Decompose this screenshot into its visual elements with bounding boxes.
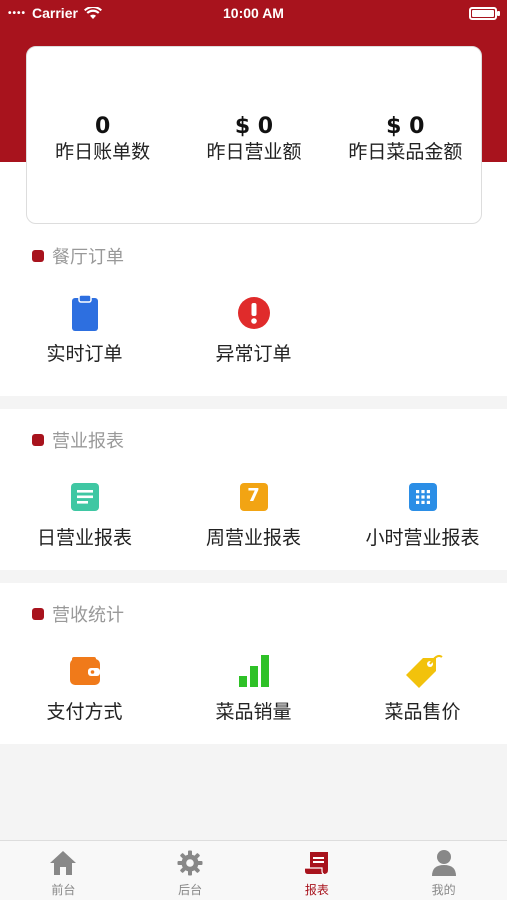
section-title: 餐厅订单 xyxy=(52,247,124,268)
tab-label: 报表 xyxy=(304,883,329,897)
daily-report-button[interactable]: 日营业报表 xyxy=(0,477,169,550)
home-icon xyxy=(49,849,77,877)
item-label: 支付方式 xyxy=(46,701,123,723)
section-items: 实时订单 异常订单 xyxy=(0,293,507,366)
status-time: 10:00 AM xyxy=(223,5,284,21)
tab-mine[interactable]: 我的 xyxy=(380,841,507,900)
tab-backend[interactable]: 后台 xyxy=(127,841,254,900)
battery-icon xyxy=(469,7,500,20)
item-label: 菜品销量 xyxy=(215,701,292,723)
tab-bar: 前台 后台 报表 我的 xyxy=(0,840,507,900)
tab-label: 我的 xyxy=(431,883,456,897)
stat-value: $ 0 xyxy=(386,114,425,139)
section-items: 支付方式 菜品销量 菜品售价 xyxy=(0,651,507,724)
section-title: 营业报表 xyxy=(52,431,124,452)
tab-label: 前台 xyxy=(51,883,76,897)
stat-label: 昨日账单数 xyxy=(55,141,151,163)
realtime-orders-button[interactable]: 实时订单 xyxy=(0,293,169,366)
gear-icon xyxy=(177,849,203,877)
section-business-reports: 营业报表 日营业报表 7 周营业报表 小时营业报表 xyxy=(0,409,507,570)
weekly-report-button[interactable]: 7 周营业报表 xyxy=(169,477,338,550)
item-label: 菜品售价 xyxy=(384,701,461,723)
tab-front-desk[interactable]: 前台 xyxy=(0,841,127,900)
section-marker xyxy=(32,434,44,446)
stat-dish-amount: $ 0 昨日菜品金额 xyxy=(330,47,481,223)
stat-label: 昨日营业额 xyxy=(206,141,302,163)
bar-chart-icon xyxy=(238,651,270,691)
document-icon xyxy=(70,477,100,517)
calendar-7-icon: 7 xyxy=(239,477,269,517)
abnormal-orders-button[interactable]: 异常订单 xyxy=(169,293,338,366)
item-label: 实时订单 xyxy=(46,343,123,365)
grid-icon xyxy=(408,477,438,517)
payment-methods-button[interactable]: 支付方式 xyxy=(0,651,169,724)
item-label: 异常订单 xyxy=(215,343,292,365)
section-title: 营收统计 xyxy=(52,605,124,626)
wallet-icon xyxy=(69,651,101,691)
alert-icon xyxy=(237,293,271,333)
tab-reports[interactable]: 报表 xyxy=(254,841,381,900)
section-items: 日营业报表 7 周营业报表 小时营业报表 xyxy=(0,477,507,550)
stat-revenue: $ 0 昨日营业额 xyxy=(178,47,329,223)
section-header: 营收统计 xyxy=(32,601,124,627)
item-label: 日营业报表 xyxy=(36,527,132,549)
section-revenue-stats: 营收统计 支付方式 菜品销量 菜品售价 xyxy=(0,583,507,744)
item-label: 小时营业报表 xyxy=(365,527,480,549)
dish-sales-button[interactable]: 菜品销量 xyxy=(169,651,338,724)
report-scroll-icon xyxy=(304,849,330,877)
calendar-badge: 7 xyxy=(247,485,260,506)
stat-value: $ 0 xyxy=(234,114,274,139)
stat-value: 0 xyxy=(95,114,111,139)
summary-card: 0 昨日账单数 $ 0 昨日营业额 $ 0 昨日菜品金额 xyxy=(26,46,482,224)
stat-label: 昨日菜品金额 xyxy=(348,141,463,163)
section-marker xyxy=(32,250,44,262)
section-header: 餐厅订单 xyxy=(32,243,124,269)
price-tag-icon xyxy=(403,651,443,691)
section-header: 营业报表 xyxy=(32,427,124,453)
tab-label: 后台 xyxy=(178,883,203,897)
dish-prices-button[interactable]: 菜品售价 xyxy=(338,651,507,724)
section-marker xyxy=(32,608,44,620)
user-icon xyxy=(431,849,457,877)
stat-bill-count: 0 昨日账单数 xyxy=(27,47,178,223)
status-bar: •••• Carrier 10:00 AM xyxy=(0,0,507,26)
clipboard-icon xyxy=(71,293,99,333)
hourly-report-button[interactable]: 小时营业报表 xyxy=(338,477,507,550)
item-label: 周营业报表 xyxy=(205,527,301,549)
